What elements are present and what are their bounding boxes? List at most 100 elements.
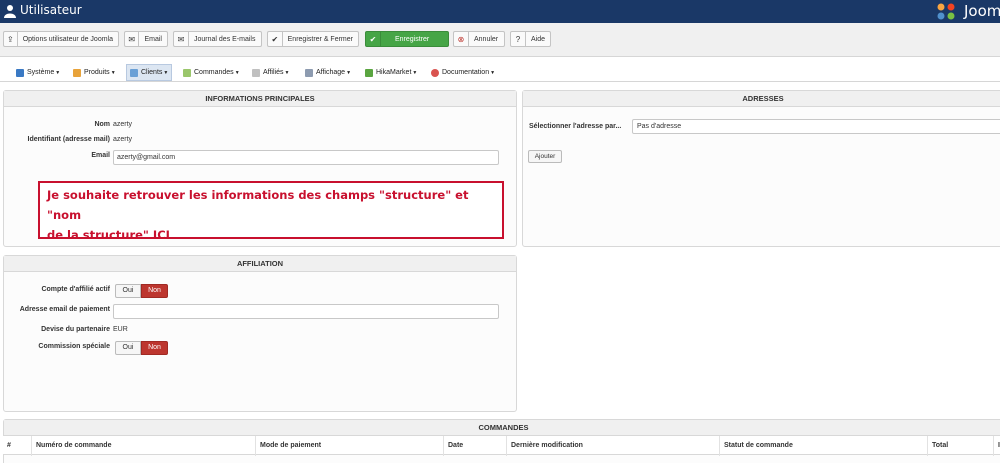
caret-down-icon: ▼ bbox=[346, 69, 352, 76]
menu-item-documentation[interactable]: Documentation ▼ bbox=[428, 64, 498, 81]
main-info-title: INFORMATIONS PRINCIPALES bbox=[4, 91, 516, 107]
joomla-user-options-button[interactable]: ⇪ Options utilisateur de Joomla bbox=[3, 31, 119, 47]
annotation-line-1: Je souhaite retrouver les informations d… bbox=[47, 188, 469, 222]
column-header[interactable]: Date bbox=[443, 436, 506, 456]
logo-text: Joom bbox=[964, 2, 1000, 20]
menu-item-affiliates[interactable]: Affiliés ▼ bbox=[249, 64, 292, 81]
cancel-button[interactable]: ⊗ Annuler bbox=[453, 31, 505, 47]
save-button[interactable]: ✔ Enregistrer bbox=[365, 31, 449, 47]
user-icon bbox=[4, 5, 16, 18]
menu-item-label: Documentation bbox=[442, 69, 490, 76]
special-commission-label: Commission spéciale bbox=[38, 343, 110, 350]
envelope-icon: ✉ bbox=[174, 32, 189, 46]
annotation-note: Je souhaite retrouver les informations d… bbox=[38, 181, 504, 242]
add-address-button[interactable]: Ajouter bbox=[528, 150, 562, 163]
question-icon: ? bbox=[511, 32, 526, 46]
affiliation-title: AFFILIATION bbox=[4, 256, 516, 272]
menu-item-orders[interactable]: Commandes ▼ bbox=[180, 64, 243, 81]
name-label: Nom bbox=[94, 121, 110, 128]
toggle-yes[interactable]: Oui bbox=[115, 341, 141, 355]
partner-currency-label: Devise du partenaire bbox=[41, 326, 110, 333]
column-header[interactable]: Dernière modification bbox=[506, 436, 719, 456]
addresses-panel: ADRESSES bbox=[522, 90, 1000, 247]
toggle-no[interactable]: Non bbox=[141, 341, 168, 355]
envelope-icon: ✉ bbox=[125, 32, 140, 46]
column-header[interactable]: I bbox=[993, 436, 1000, 456]
menu-item-label: Système bbox=[27, 69, 55, 76]
column-header[interactable]: # bbox=[3, 436, 29, 456]
email-button[interactable]: ✉ Email bbox=[124, 31, 168, 47]
caret-down-icon: ▼ bbox=[412, 69, 418, 76]
login-value: azerty bbox=[113, 136, 133, 143]
cancel-icon: ⊗ bbox=[454, 32, 469, 46]
toolbar: ⇪ Options utilisateur de Joomla ✉ Email … bbox=[0, 23, 1000, 57]
email-field[interactable]: azerty@gmail.com bbox=[113, 150, 499, 165]
users-icon bbox=[130, 68, 138, 77]
joomla-logo: Joom bbox=[934, 0, 1000, 23]
menu-item-display[interactable]: Affichage ▼ bbox=[302, 64, 354, 81]
payment-email-label: Adresse email de paiement bbox=[19, 306, 110, 313]
email-label: Email bbox=[91, 152, 110, 159]
orders-title: COMMANDES bbox=[4, 420, 1000, 436]
check-icon: ✔ bbox=[366, 32, 381, 46]
menu-item-hikamarket[interactable]: HikaMarket ▼ bbox=[362, 64, 420, 81]
lifebuoy-icon bbox=[431, 68, 439, 77]
toggle-no[interactable]: Non bbox=[141, 284, 168, 298]
joomla-icon bbox=[937, 3, 955, 20]
caret-down-icon: ▼ bbox=[55, 69, 61, 76]
column-header[interactable]: Total bbox=[927, 436, 993, 456]
button-label: Enregistrer bbox=[395, 35, 430, 43]
button-label: Email bbox=[144, 35, 162, 43]
menu-item-products[interactable]: Produits ▼ bbox=[70, 64, 119, 81]
annotation-line-2: de la structure" ICI bbox=[47, 228, 170, 242]
toggle-yes[interactable]: Oui bbox=[115, 284, 141, 298]
save-and-close-button[interactable]: ✔ Enregistrer & Fermer bbox=[267, 31, 359, 47]
cart-icon bbox=[183, 68, 191, 77]
upload-icon: ⇪ bbox=[4, 32, 18, 46]
button-label: Annuler bbox=[474, 35, 499, 43]
affiliate-icon bbox=[252, 68, 260, 77]
menu-item-system[interactable]: Système ▼ bbox=[13, 64, 63, 81]
menu-item-label: Affichage bbox=[316, 69, 346, 76]
wrench-icon bbox=[16, 68, 24, 77]
payment-email-field[interactable] bbox=[113, 304, 499, 319]
button-label: Enregistrer & Fermer bbox=[287, 35, 353, 43]
page-title: Utilisateur bbox=[20, 3, 82, 17]
button-label: Options utilisateur de Joomla bbox=[22, 35, 113, 43]
affiliate-account-label: Compte d'affilié actif bbox=[41, 286, 110, 293]
caret-down-icon: ▼ bbox=[110, 69, 116, 76]
hikamarket-icon bbox=[365, 68, 373, 77]
hikashop-menu: Système ▼ Produits ▼ Clients ▼ Commandes ▼ A… bbox=[0, 62, 1000, 82]
menu-item-clients[interactable]: Clients ▼ bbox=[126, 64, 173, 81]
login-label: Identifiant (adresse mail) bbox=[27, 136, 110, 143]
partner-currency-value: EUR bbox=[113, 326, 128, 333]
orders-table-header: # Numéro de commande Mode de paiement Da… bbox=[3, 435, 1000, 456]
display-icon bbox=[305, 68, 313, 77]
help-button[interactable]: ? Aide bbox=[510, 31, 551, 47]
address-select[interactable]: Pas d'adresse bbox=[632, 119, 1000, 134]
button-label: Journal des E-mails bbox=[194, 35, 256, 43]
addresses-title: ADRESSES bbox=[523, 91, 1000, 107]
menu-item-label: Clients bbox=[141, 69, 163, 76]
menu-item-label: HikaMarket bbox=[376, 69, 412, 76]
menu-item-label: Commandes bbox=[194, 69, 234, 76]
column-header[interactable]: Numéro de commande bbox=[31, 436, 255, 456]
box-icon bbox=[73, 68, 81, 77]
column-header[interactable]: Statut de commande bbox=[719, 436, 927, 456]
column-header[interactable]: Mode de paiement bbox=[255, 436, 443, 456]
top-header: Utilisateur Joom bbox=[0, 0, 1000, 23]
caret-down-icon: ▼ bbox=[490, 69, 496, 76]
button-label: Aide bbox=[530, 35, 545, 43]
check-icon: ✔ bbox=[268, 32, 283, 46]
menu-item-label: Affiliés bbox=[263, 69, 284, 76]
affiliate-account-toggle: Oui Non bbox=[115, 284, 168, 298]
menu-item-label: Produits bbox=[84, 69, 110, 76]
email-log-button[interactable]: ✉ Journal des E-mails bbox=[173, 31, 262, 47]
name-value: azerty bbox=[113, 121, 133, 128]
caret-down-icon: ▼ bbox=[284, 69, 290, 76]
caret-down-icon: ▼ bbox=[163, 69, 169, 76]
address-select-label: Sélectionner l'adresse par... bbox=[529, 123, 622, 130]
affiliation-panel: AFFILIATION bbox=[3, 255, 517, 412]
special-commission-toggle: Oui Non bbox=[115, 341, 168, 355]
caret-down-icon: ▼ bbox=[234, 69, 240, 76]
